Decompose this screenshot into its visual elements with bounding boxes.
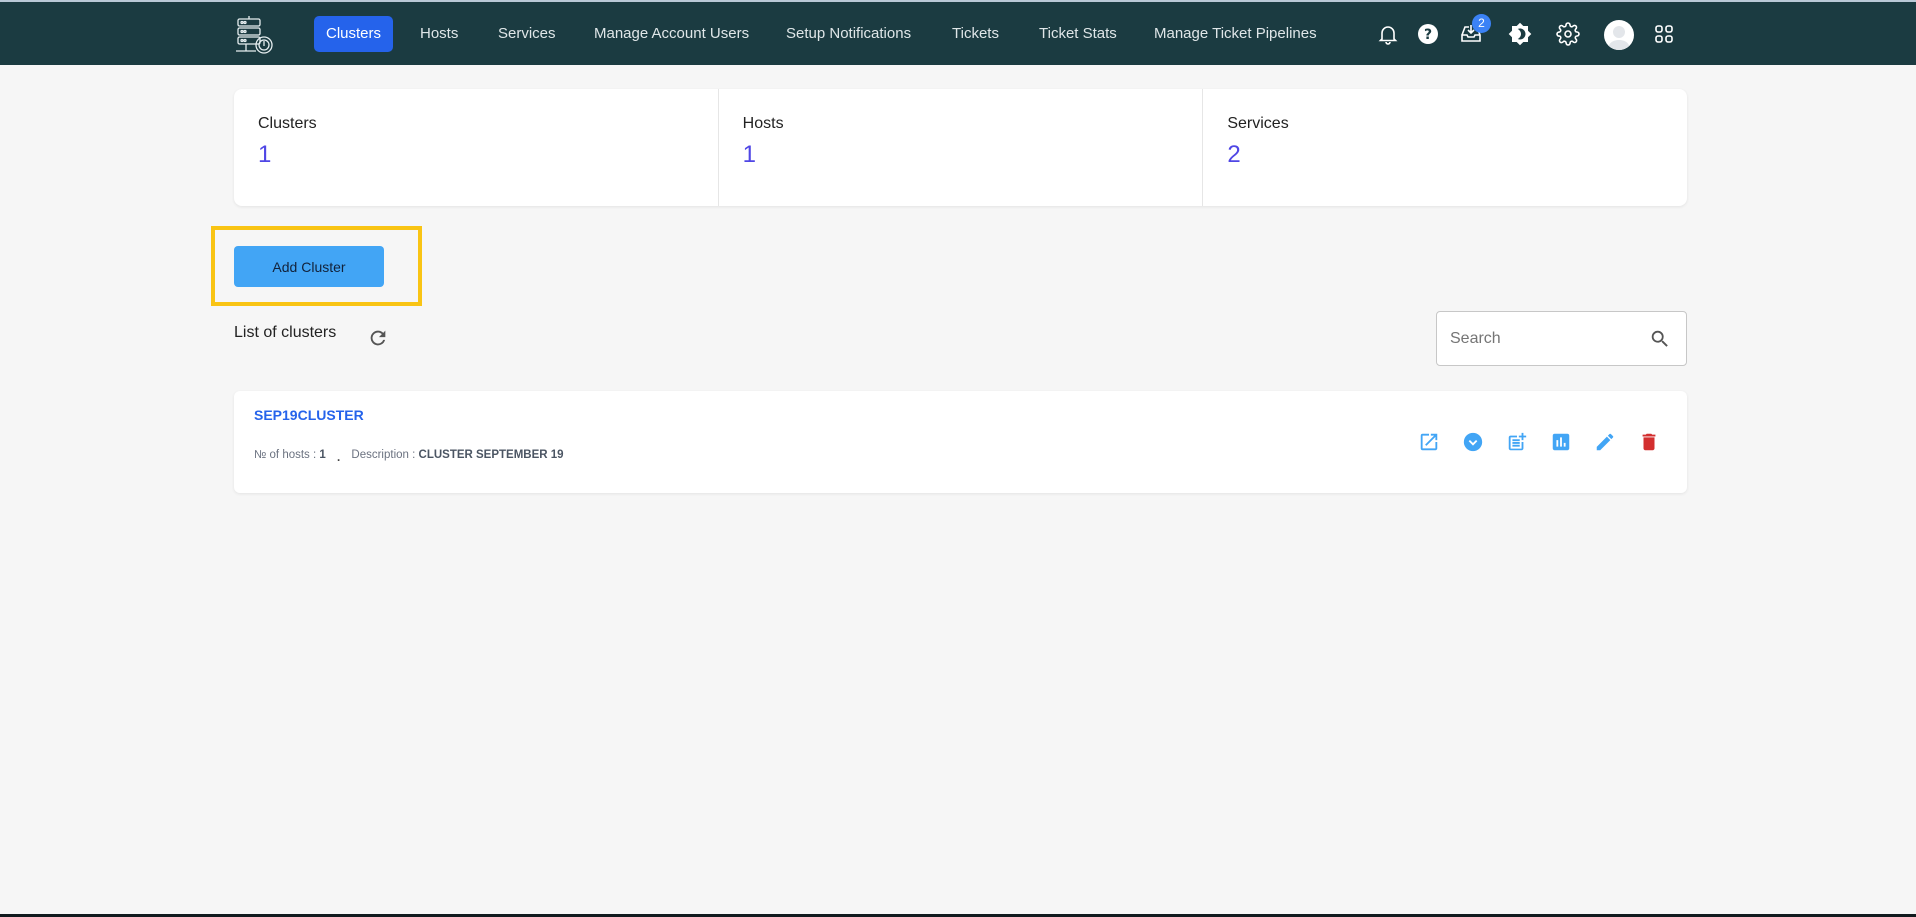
nav-hosts[interactable]: Hosts (420, 16, 458, 52)
stat-value: 1 (742, 141, 757, 168)
help-icon[interactable]: ? (1416, 22, 1440, 46)
stat-clusters: Clusters 1 (234, 89, 719, 206)
top-navbar: Clusters Hosts Services Manage Account U… (0, 2, 1916, 65)
logo-icon[interactable] (234, 15, 274, 55)
search-input[interactable] (1450, 312, 1640, 365)
cluster-list-item: SEP19CLUSTER № of hosts : 1 . Descriptio… (234, 391, 1687, 493)
bell-icon[interactable] (1376, 22, 1400, 46)
expand-icon[interactable] (1462, 431, 1484, 453)
search-box (1436, 311, 1687, 366)
user-silhouette-icon (1608, 26, 1630, 50)
theme-toggle-icon[interactable] (1508, 22, 1532, 46)
search-icon[interactable] (1649, 328, 1671, 350)
stats-summary: Clusters 1 Hosts 1 Services 2 (234, 89, 1687, 206)
nav-ticket-stats[interactable]: Ticket Stats (1039, 16, 1117, 52)
inbox-badge: 2 (1472, 14, 1491, 33)
hosts-count: 1 (319, 449, 326, 461)
refresh-icon[interactable] (367, 327, 389, 349)
nav-services[interactable]: Services (498, 16, 556, 52)
avatar[interactable] (1604, 20, 1634, 50)
hosts-label: № of hosts : (254, 449, 320, 461)
stat-hosts: Hosts 1 (719, 89, 1204, 206)
nav-manage-ticket-pipelines[interactable]: Manage Ticket Pipelines (1154, 16, 1317, 52)
nav-clusters[interactable]: Clusters (314, 16, 394, 52)
nav-manage-account-users[interactable]: Manage Account Users (594, 16, 749, 52)
nav-setup-notifications[interactable]: Setup Notifications (786, 16, 911, 52)
stat-services: Services 2 (1203, 89, 1687, 206)
description-label: Description : (351, 449, 419, 461)
cluster-meta: № of hosts : 1 . Description : CLUSTER S… (254, 449, 564, 464)
nav-tickets[interactable]: Tickets (952, 16, 999, 52)
stat-label: Hosts (742, 115, 784, 132)
edit-icon[interactable] (1594, 431, 1616, 453)
open-external-icon[interactable] (1418, 431, 1440, 453)
stats-chart-icon[interactable] (1550, 431, 1572, 453)
settings-icon[interactable] (1556, 22, 1580, 46)
stat-label: Services (1227, 115, 1289, 132)
cluster-name-link[interactable]: SEP19CLUSTER (254, 407, 364, 423)
stat-value: 2 (1227, 141, 1241, 168)
list-title: List of clusters (234, 324, 337, 341)
stat-value: 1 (258, 141, 272, 168)
svg-text:?: ? (1424, 27, 1432, 43)
delete-icon[interactable] (1638, 431, 1660, 453)
description-value: CLUSTER SEPTEMBER 19 (418, 449, 564, 461)
meta-separator: . (337, 452, 341, 464)
stat-label: Clusters (258, 115, 317, 132)
add-cluster-button[interactable]: Add Cluster (234, 246, 384, 287)
apps-grid-icon[interactable] (1652, 22, 1676, 46)
add-note-icon[interactable] (1506, 431, 1528, 453)
